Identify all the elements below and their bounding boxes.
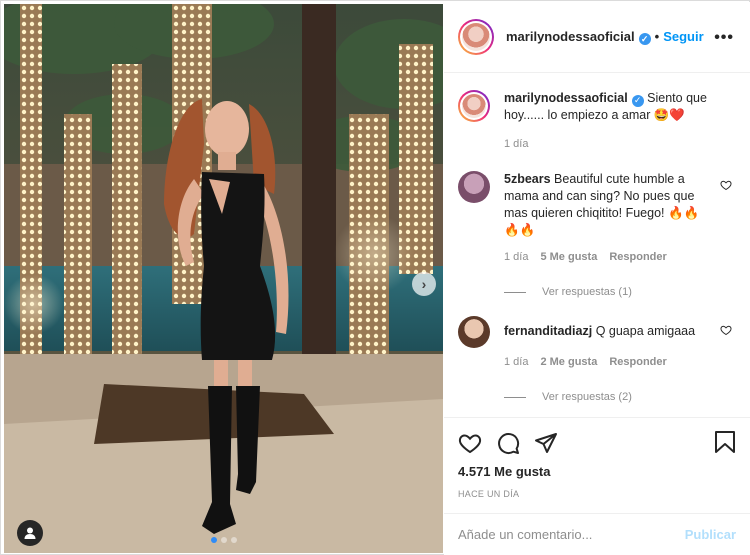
post-photo[interactable]: › bbox=[4, 4, 443, 553]
post-modal: › marilynodessaoficial ✓ • Seguir ••• ma… bbox=[0, 0, 750, 555]
author-avatar[interactable] bbox=[458, 19, 494, 55]
view-replies-button[interactable]: Ver respuestas (2) bbox=[504, 391, 736, 403]
carousel-dot-active[interactable] bbox=[211, 537, 217, 543]
chevron-right-icon[interactable]: › bbox=[412, 272, 436, 296]
caption-avatar[interactable] bbox=[458, 90, 490, 122]
follow-button[interactable]: Seguir bbox=[663, 29, 703, 44]
publish-button[interactable]: Publicar bbox=[685, 527, 736, 542]
comments-list[interactable]: marilynodessaoficial ✓ Siento que hoy....… bbox=[444, 74, 750, 417]
more-options-icon[interactable]: ••• bbox=[714, 29, 734, 47]
replies-line bbox=[504, 396, 526, 398]
view-replies-label: Ver respuestas (1) bbox=[542, 286, 632, 298]
comment-likes[interactable]: 2 Me gusta bbox=[540, 354, 597, 371]
comment-input[interactable] bbox=[458, 527, 685, 542]
post-side-panel: marilynodessaoficial ✓ • Seguir ••• marilyn… bbox=[444, 2, 750, 555]
post-header: marilynodessaoficial ✓ • Seguir ••• bbox=[444, 2, 750, 73]
verified-badge-icon: ✓ bbox=[638, 33, 651, 46]
heart-icon[interactable] bbox=[720, 179, 732, 191]
photo-illustration bbox=[4, 4, 443, 553]
replies-line bbox=[504, 291, 526, 293]
author-username[interactable]: marilynodessaoficial ✓ • Seguir bbox=[506, 29, 704, 46]
caption-username[interactable]: marilynodessaoficial bbox=[504, 91, 628, 105]
comment-username[interactable]: 5zbears bbox=[504, 172, 551, 186]
share-icon[interactable] bbox=[534, 431, 558, 455]
reply-button[interactable]: Responder bbox=[609, 354, 666, 371]
heart-icon[interactable] bbox=[458, 431, 482, 455]
commenter-avatar[interactable] bbox=[458, 316, 490, 348]
comment-item: 5zbears Beautiful cute humble a mama and… bbox=[458, 171, 736, 266]
post-actions: 4.571 Me gusta HACE UN DÍA bbox=[444, 417, 750, 513]
heart-icon[interactable] bbox=[720, 324, 732, 336]
carousel-dots bbox=[211, 537, 237, 543]
caption: marilynodessaoficial ✓ Siento que hoy....… bbox=[458, 90, 736, 153]
comment-username[interactable]: fernanditadiazj bbox=[504, 324, 592, 338]
view-replies-button[interactable]: Ver respuestas (1) bbox=[504, 286, 736, 298]
reply-button[interactable]: Responder bbox=[609, 249, 666, 266]
add-comment-bar: Publicar bbox=[444, 513, 750, 555]
comment-icon[interactable] bbox=[496, 431, 520, 455]
comment-time[interactable]: 1 día bbox=[504, 354, 528, 371]
comment-item: fernanditadiazj Q guapa amigaaa 1 día 2 … bbox=[458, 316, 736, 371]
comment-likes[interactable]: 5 Me gusta bbox=[540, 249, 597, 266]
bookmark-icon[interactable] bbox=[714, 430, 736, 454]
post-timestamp[interactable]: HACE UN DÍA bbox=[458, 489, 736, 499]
carousel-dot[interactable] bbox=[221, 537, 227, 543]
comment-text: Q guapa amigaaa bbox=[595, 324, 696, 338]
dot-separator: • bbox=[654, 28, 660, 44]
caption-time[interactable]: 1 día bbox=[504, 136, 528, 153]
view-replies-label: Ver respuestas (2) bbox=[542, 391, 632, 403]
verified-badge-icon: ✓ bbox=[631, 94, 644, 107]
commenter-avatar[interactable] bbox=[458, 171, 490, 203]
user-tag-icon[interactable] bbox=[17, 520, 43, 546]
comment-time[interactable]: 1 día bbox=[504, 249, 528, 266]
likes-count[interactable]: 4.571 Me gusta bbox=[458, 464, 736, 479]
carousel-dot[interactable] bbox=[231, 537, 237, 543]
